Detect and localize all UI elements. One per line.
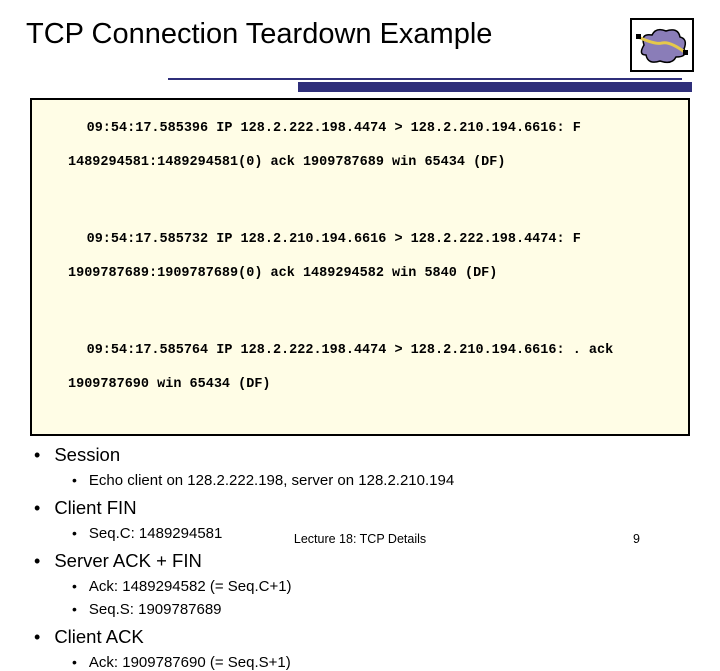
network-cloud-icon bbox=[630, 18, 694, 72]
packet-2: 09:54:17.585732 IP 128.2.210.194.6616 > … bbox=[38, 215, 682, 316]
bullet-server-ack-fin-sub2: •Seq.S: 1909787689 bbox=[26, 601, 694, 618]
bullet-session-label: Session bbox=[54, 444, 120, 465]
packet-1-line1: 09:54:17.585396 IP 128.2.222.198.4474 > … bbox=[87, 121, 581, 136]
bullet-session-sub: •Echo client on 128.2.222.198, server on… bbox=[26, 472, 694, 489]
footer-page-number: 9 bbox=[633, 532, 640, 546]
bullet-client-fin-sub-label: Seq.C: 1489294581 bbox=[89, 525, 222, 542]
bullet-server-ack-fin-sub1: •Ack: 1489294582 (= Seq.C+1) bbox=[26, 578, 694, 595]
packet-2-line1: 09:54:17.585732 IP 128.2.210.194.6616 > … bbox=[87, 232, 581, 247]
bullet-client-ack-sub: •Ack: 1909787690 (= Seq.S+1) bbox=[26, 654, 694, 671]
packet-3-line2: 1909787690 win 65434 (DF) bbox=[38, 377, 682, 394]
bullet-session: •Session bbox=[26, 444, 694, 466]
slide: TCP Connection Teardown Example 09:54:17… bbox=[0, 0, 720, 540]
slide-title: TCP Connection Teardown Example bbox=[26, 18, 620, 51]
bullet-client-fin-label: Client FIN bbox=[54, 497, 136, 518]
footer-lecture-label: Lecture 18: TCP Details bbox=[294, 532, 426, 546]
packet-trace-box: 09:54:17.585396 IP 128.2.222.198.4474 > … bbox=[30, 98, 690, 436]
bullet-server-ack-fin-sub1-label: Ack: 1489294582 (= Seq.C+1) bbox=[89, 578, 292, 595]
bullet-client-ack: •Client ACK bbox=[26, 626, 694, 648]
bullet-server-ack-fin-label: Server ACK + FIN bbox=[54, 550, 202, 571]
packet-3: 09:54:17.585764 IP 128.2.222.198.4474 > … bbox=[38, 327, 682, 428]
bullet-server-ack-fin-sub2-label: Seq.S: 1909787689 bbox=[89, 601, 222, 618]
title-rule bbox=[26, 78, 694, 92]
packet-1-line2: 1489294581:1489294581(0) ack 1909787689 … bbox=[38, 155, 682, 172]
bullet-server-ack-fin: •Server ACK + FIN bbox=[26, 550, 694, 572]
packet-1: 09:54:17.585396 IP 128.2.222.198.4474 > … bbox=[38, 104, 682, 205]
title-row: TCP Connection Teardown Example bbox=[26, 18, 694, 72]
bullet-session-sub-label: Echo client on 128.2.222.198, server on … bbox=[89, 472, 454, 489]
packet-2-line2: 1909787689:1909787689(0) ack 1489294582 … bbox=[38, 266, 682, 283]
bullet-client-ack-label: Client ACK bbox=[54, 626, 143, 647]
bullet-list: •Session •Echo client on 128.2.222.198, … bbox=[26, 444, 694, 671]
bullet-client-ack-sub-label: Ack: 1909787690 (= Seq.S+1) bbox=[89, 654, 291, 671]
bullet-client-fin: •Client FIN bbox=[26, 497, 694, 519]
packet-3-line1: 09:54:17.585764 IP 128.2.222.198.4474 > … bbox=[87, 343, 614, 358]
